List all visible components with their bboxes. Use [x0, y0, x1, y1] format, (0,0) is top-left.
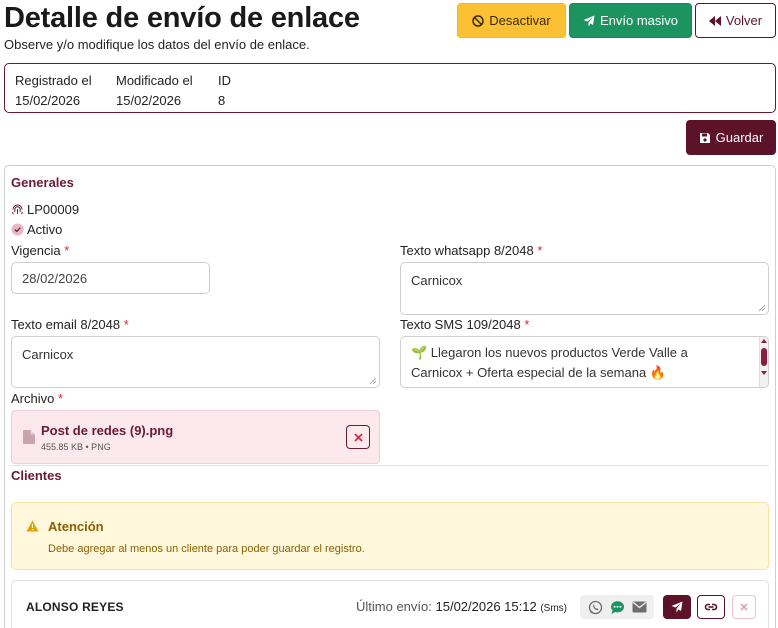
back-button-label: Volver — [725, 13, 763, 28]
alert-message: Debe agregar al menos un cliente para po… — [48, 543, 365, 555]
ban-icon — [472, 14, 485, 27]
last-send-label: Último envío: — [356, 599, 432, 614]
section-divider — [11, 465, 769, 466]
remove-client-button[interactable] — [732, 595, 756, 619]
copy-link-button[interactable] — [697, 595, 725, 619]
envelope-icon[interactable] — [632, 601, 647, 613]
registered-label: Registrado el — [15, 73, 92, 88]
email-label: Texto email 8/2048 * — [11, 317, 129, 332]
file-label: Archivo * — [11, 391, 63, 406]
sms-icon[interactable] — [610, 600, 625, 615]
file-icon — [23, 430, 35, 444]
registered-info: Registrado el 15/02/2026 — [15, 71, 92, 111]
file-name: Post de redes (9).png — [41, 423, 174, 438]
link-code: LP00009 — [27, 202, 80, 217]
warning-alert: Atención Debe agregar al menos un client… — [11, 502, 769, 570]
page-title: Detalle de envío de enlace — [4, 2, 360, 34]
save-button-label: Guardar — [715, 130, 764, 145]
email-textarea[interactable]: Carnicox — [11, 336, 380, 388]
deactivate-button[interactable]: Desactivar — [457, 3, 566, 38]
save-icon — [699, 132, 710, 143]
paper-plane-icon — [671, 601, 683, 613]
page-subtitle: Observe y/o modifique los datos del enví… — [4, 37, 310, 52]
last-send-date: 15/02/2026 15:12 — [435, 599, 537, 614]
sms-textarea[interactable]: 🌱 Llegaron los nuevos productos Verde Va… — [400, 336, 769, 388]
validity-date-value: 28/02/2026 — [22, 270, 88, 286]
id-value: 8 — [218, 93, 226, 108]
email-label-text: Texto email 8/2048 — [11, 317, 121, 332]
last-send-info: Último envío: 15/02/2026 15:12 (Sms) — [356, 599, 567, 614]
sms-label-text: Texto SMS 109/2048 — [400, 317, 521, 332]
modified-info: Modificado el 15/02/2026 — [116, 71, 193, 111]
modified-value: 15/02/2026 — [116, 93, 182, 108]
warning-icon — [26, 520, 39, 532]
record-meta-box: Registrado el 15/02/2026 Modificado el 1… — [4, 63, 776, 113]
sms-label: Texto SMS 109/2048 * — [400, 317, 529, 332]
status-line: Activo — [11, 222, 62, 237]
whatsapp-label-text: Texto whatsapp 8/2048 — [400, 243, 534, 258]
bulk-send-button[interactable]: Envío masivo — [569, 3, 692, 38]
email-text: Carnicox — [22, 347, 74, 362]
sms-scrollbar[interactable] — [759, 337, 768, 387]
scroll-thumb[interactable] — [761, 348, 767, 366]
alert-title: Atención — [48, 519, 104, 534]
scroll-up-icon[interactable] — [761, 339, 767, 343]
resize-grip-icon[interactable] — [758, 304, 766, 312]
close-icon — [740, 603, 748, 611]
registered-value: 15/02/2026 — [15, 93, 81, 108]
file-attachment[interactable]: Post de redes (9).png 455.85 KB • PNG — [11, 410, 380, 464]
whatsapp-textarea[interactable]: Carnicox — [400, 262, 769, 315]
resize-grip-icon[interactable] — [369, 377, 377, 385]
send-button[interactable] — [663, 595, 691, 619]
paper-plane-icon — [583, 15, 595, 26]
clients-section-title: Clientes — [11, 468, 62, 483]
fingerprint-icon — [12, 204, 23, 215]
validity-label: Vigencia * — [11, 243, 69, 258]
client-row: ALONSO REYES Último envío: 15/02/2026 15… — [11, 580, 769, 628]
link-icon — [704, 603, 718, 611]
validity-date-input[interactable]: 28/02/2026 — [11, 262, 210, 294]
required-mark: * — [537, 243, 543, 258]
back-button[interactable]: Volver — [695, 3, 776, 38]
save-button[interactable]: Guardar — [686, 120, 776, 155]
scroll-down-icon[interactable] — [761, 371, 767, 375]
remove-file-button[interactable] — [346, 425, 370, 449]
id-info: ID 8 — [218, 71, 231, 111]
bulk-send-button-label: Envío masivo — [599, 13, 679, 28]
whatsapp-text: Carnicox — [411, 273, 463, 288]
whatsapp-label: Texto whatsapp 8/2048 * — [400, 243, 542, 258]
required-mark: * — [524, 317, 530, 332]
channel-indicators — [580, 595, 654, 619]
required-mark: * — [64, 243, 70, 258]
whatsapp-icon[interactable] — [588, 600, 603, 615]
sms-text-line-1: 🌱 Llegaron los nuevos productos Verde Va… — [411, 345, 688, 360]
sms-text-line-2: Carnicox + Oferta especial de la semana … — [411, 365, 667, 380]
check-circle-icon — [11, 223, 24, 236]
deactivate-button-label: Desactivar — [489, 13, 551, 28]
modified-label: Modificado el — [116, 73, 193, 88]
id-label: ID — [218, 73, 231, 88]
file-label-text: Archivo — [11, 391, 55, 406]
close-icon — [353, 432, 363, 442]
code-line: LP00009 — [11, 202, 79, 217]
required-mark: * — [57, 391, 64, 406]
last-send-channel: (Sms) — [540, 603, 568, 614]
required-mark: * — [123, 317, 129, 332]
general-section-title: Generales — [11, 175, 74, 190]
validity-label-text: Vigencia — [11, 243, 61, 258]
backward-icon — [708, 15, 721, 26]
file-meta: 455.85 KB • PNG — [41, 442, 111, 452]
status-text: Activo — [27, 222, 63, 237]
client-name: ALONSO REYES — [26, 600, 124, 614]
